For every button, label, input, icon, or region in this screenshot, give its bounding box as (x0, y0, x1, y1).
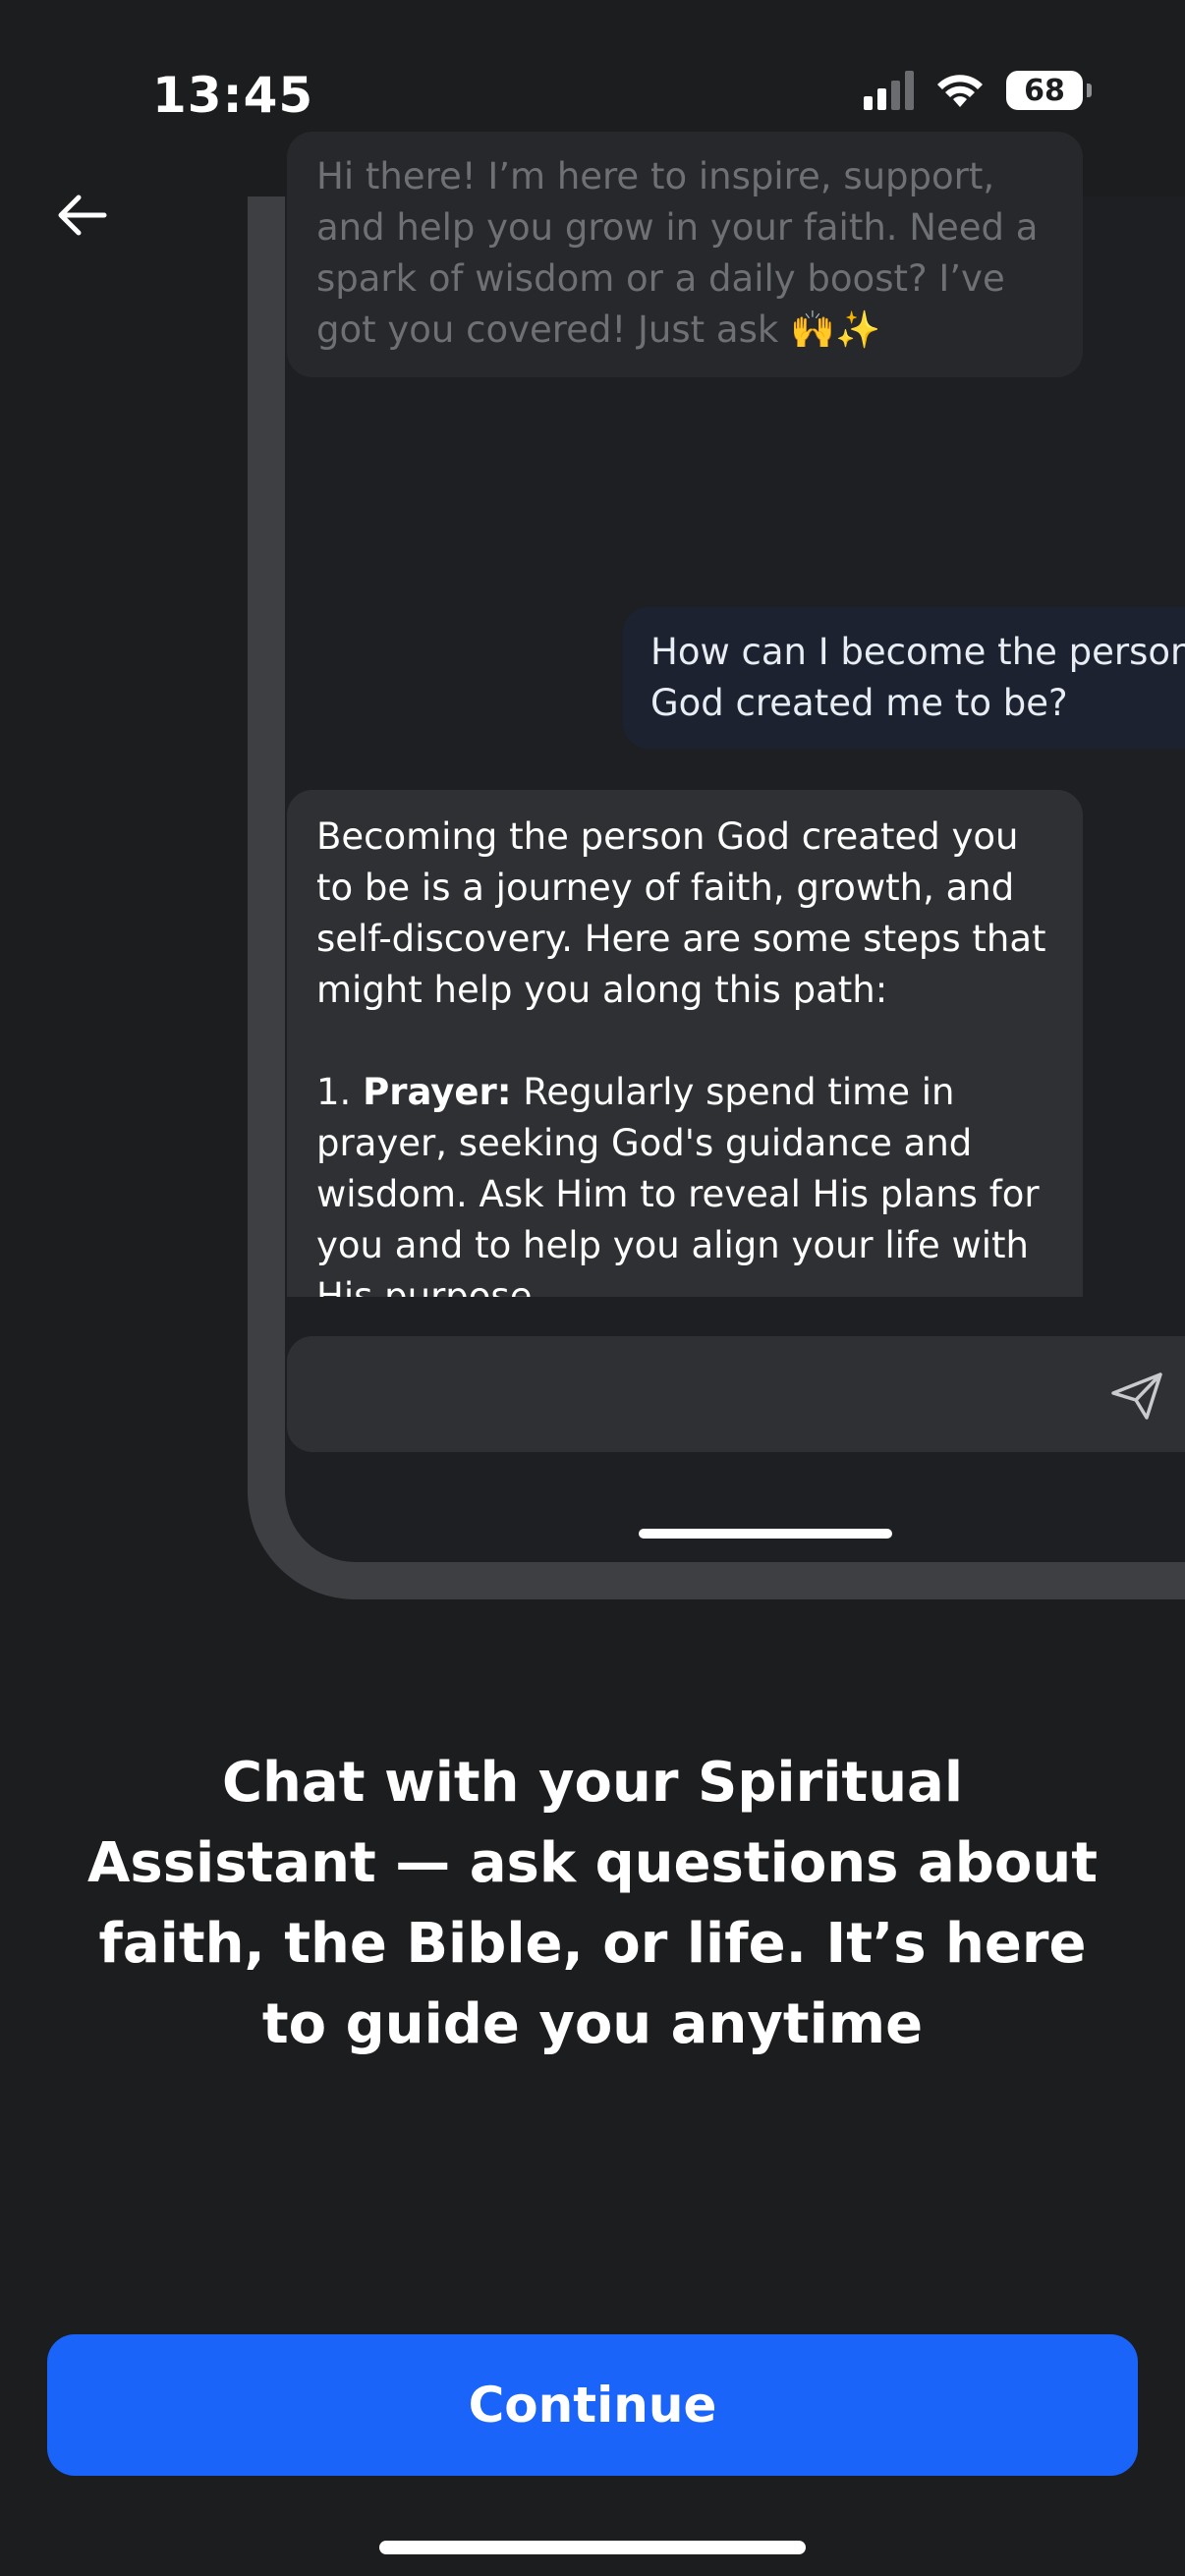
onboarding-screen: 13:45 68 About you Hi there! I’m here to… (0, 0, 1185, 2576)
feature-headline: Chat with your Spiritual Assistant — ask… (87, 1751, 1098, 2056)
send-icon (1111, 1372, 1162, 1420)
continue-button[interactable]: Continue (47, 2334, 1138, 2476)
send-button[interactable] (1104, 1364, 1169, 1428)
answer-item-number: 1. (316, 1071, 352, 1113)
answer-item-title: Prayer: (363, 1071, 512, 1113)
assistant-answer-bubble: Becoming the person God created you to b… (287, 790, 1083, 1297)
mockup-home-indicator (639, 1529, 892, 1539)
user-message-bubble: How can I become the person God created … (623, 607, 1185, 749)
chat-input[interactable] (287, 1336, 1185, 1452)
answer-intro: Becoming the person God created you to b… (316, 815, 1046, 1011)
answer-item: 1. Prayer: Regularly spend time in praye… (316, 1067, 1053, 1297)
assistant-greeting-bubble: Hi there! I’m here to inspire, support, … (287, 132, 1083, 377)
mockup-chat: Hi there! I’m here to inspire, support, … (0, 0, 1185, 2576)
home-indicator (379, 2541, 806, 2554)
